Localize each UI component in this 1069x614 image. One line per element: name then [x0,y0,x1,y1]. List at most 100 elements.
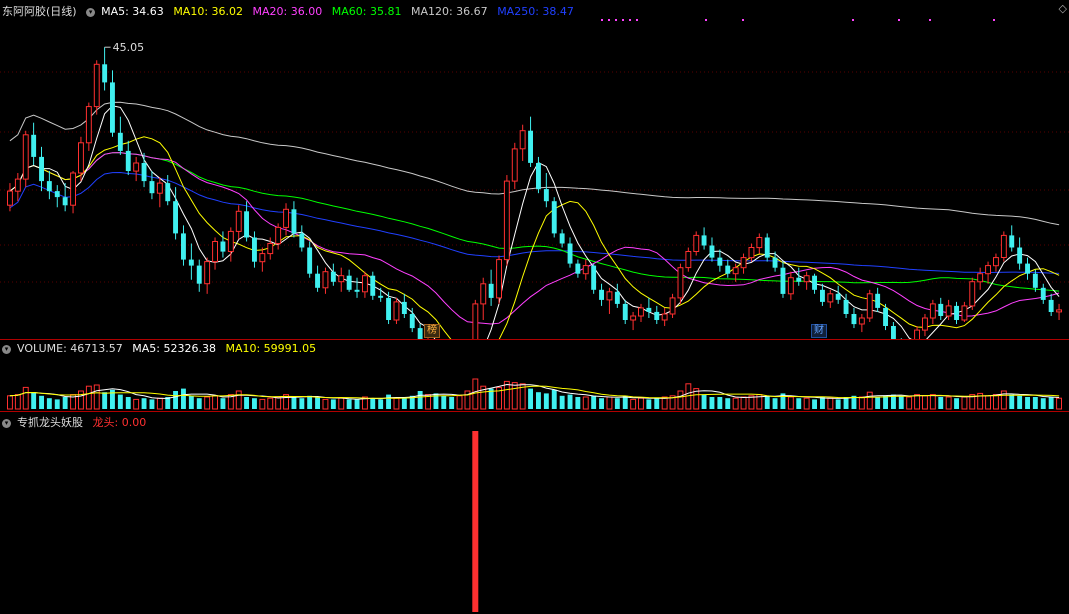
volume-bar [85,385,92,410]
volume-bar [188,395,194,409]
cai-marker[interactable]: 财 [811,324,827,338]
candle-body [62,197,68,206]
signal-dot [993,19,995,21]
volume-bar [961,396,968,410]
candle-body [259,253,266,263]
candle-body [252,237,257,262]
candle-body [31,134,37,157]
candle-body [275,226,282,244]
candle-body [582,265,589,275]
ma10-line [9,136,1060,339]
candle-body [851,314,857,325]
candle-body [536,163,541,190]
candle-body [78,142,84,174]
candle-body [204,261,211,285]
candle-body [654,311,660,320]
ma5-line [9,105,1060,339]
candle-body [322,271,329,289]
candle-body [756,237,763,249]
price-title: 东阿阿胶(日线) [2,5,77,18]
candle-body [606,291,613,301]
candle-body [669,297,676,315]
candle-body [858,317,865,325]
candle-body [102,64,108,83]
candlestick-chart[interactable]: 45.0532.30 [0,0,1069,339]
candle-body [875,293,881,308]
volume-bar [22,386,29,410]
volume-bar [717,397,723,409]
candle-body [14,178,21,192]
volume-bar [173,391,178,409]
price-panel[interactable]: 东阿阿胶(日线) ▾ MA5: 34.63 MA10: 36.02 MA20: 3… [0,0,1069,339]
candle-body [543,189,549,202]
candle-body [409,314,415,329]
volume-ma10-line [9,385,1060,399]
candle-body [638,307,644,317]
candle-body [528,130,533,163]
candle-body [110,82,115,133]
candle-body [827,293,834,303]
candle-body [511,148,518,182]
volume-bar [133,398,140,410]
candle-body [173,201,178,234]
volume-panel[interactable]: ▾ VOLUME: 46713.57 MA5: 52326.38 MA10: 59… [0,339,1069,411]
candle-body [346,275,352,290]
volume-bar [14,394,21,410]
candle-body [685,251,692,269]
volume-bar [1017,395,1023,409]
volume-bar [938,397,944,409]
candle-body [780,267,786,294]
volume-bar [330,399,336,409]
candle-body [551,201,557,234]
volume-bar [212,395,219,410]
ma20-label: MA20: 36.00 [252,5,323,18]
volume-bar [39,395,44,409]
volume-bar [820,397,825,409]
indicator-chart[interactable] [0,411,1069,614]
candle-body [299,233,305,248]
candle-body [787,277,794,295]
volume-bar [252,398,257,409]
volume-title: VOLUME: 46713.57 [17,342,123,355]
candle-body [1025,263,1030,274]
candle-body [488,283,494,298]
chevron-down-icon[interactable]: ▾ [2,418,11,428]
volume-bar [787,396,794,410]
indicator-panel[interactable]: ▾ 专抓龙头妖股 龙头: 0.00 [0,411,1069,614]
indicator-legend: ▾ 专抓龙头妖股 龙头: 0.00 [2,414,152,430]
candle-body [1017,247,1023,264]
candle-body [70,172,76,206]
chevron-down-icon[interactable]: ▾ [2,344,11,354]
candle-body [338,275,345,283]
candle-body [812,275,817,290]
volume-bar [299,398,305,409]
candle-body [362,275,368,293]
volume-bar [46,398,52,409]
candle-body [307,247,313,274]
volume-bar [503,380,510,410]
volume-ma10-label: MA10: 59991.05 [225,342,317,355]
candle-body [472,303,479,339]
volume-bar [456,395,463,410]
bang-marker[interactable]: 榜 [424,324,440,338]
chevron-down-icon[interactable]: ▾ [86,7,96,17]
volume-bar [551,389,557,409]
signal-dot [608,19,610,21]
candle-body [701,235,707,246]
volume-ma5-label: MA5: 52326.38 [132,342,216,355]
volume-bar [638,397,644,410]
candle-body [227,230,234,252]
candle-body [835,293,841,300]
candle-body [519,130,526,150]
volume-bar [954,398,959,409]
candle-body [961,305,968,321]
volume-bar [748,395,755,410]
volume-bar [449,397,455,409]
candle-body [480,283,487,305]
volume-bar [646,399,652,409]
volume-bar [1032,397,1038,409]
volume-bar [835,399,841,409]
volume-bar [740,396,747,410]
candle-body [125,150,131,171]
candle-body [149,181,155,194]
